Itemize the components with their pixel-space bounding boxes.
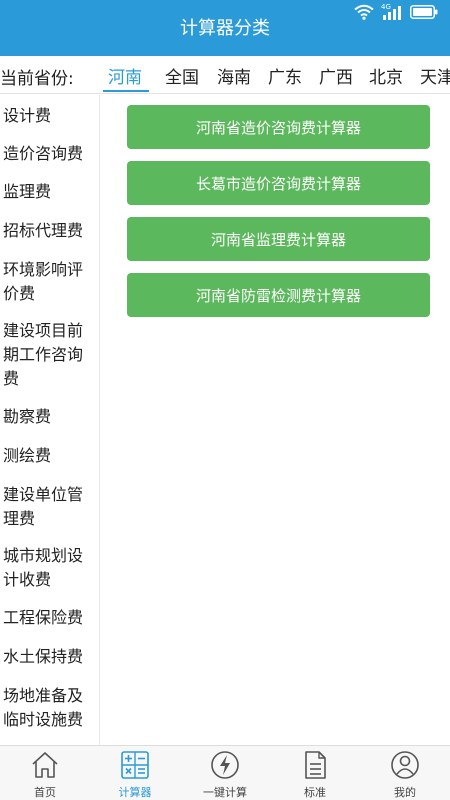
sidebar-item-supervision[interactable]: 监理费 xyxy=(3,180,97,204)
province-tab-tianjin[interactable]: 天津 xyxy=(420,63,450,88)
nav-profile-label: 我的 xyxy=(394,786,416,799)
user-icon xyxy=(391,751,419,779)
calculator-button-henan-supervision[interactable]: 河南省监理费计算器 xyxy=(127,217,430,261)
document-icon xyxy=(305,751,326,779)
sidebar-item-construction-management[interactable]: 建设单位管理费 xyxy=(3,483,97,531)
sidebar-item-engineering-insurance[interactable]: 工程保险费 xyxy=(3,606,97,630)
nav-home[interactable]: 首页 xyxy=(0,746,90,800)
sidebar-item-site-preparation[interactable]: 场地准备及临时设施费 xyxy=(3,684,97,732)
province-tab-hainan[interactable]: 海南 xyxy=(217,63,251,88)
nav-standards[interactable]: 标准 xyxy=(270,746,360,800)
sidebar-item-environment-assessment[interactable]: 环境影响评价费 xyxy=(3,258,97,306)
bottom-navigation: 首页 计算器 一键计算 标准 我的 xyxy=(0,745,450,800)
province-tab-guangxi[interactable]: 广西 xyxy=(319,63,353,88)
active-tab-indicator xyxy=(103,90,149,92)
province-tab-henan[interactable]: 河南 xyxy=(108,63,142,88)
calculator-icon xyxy=(121,751,149,779)
sidebar-item-urban-planning[interactable]: 城市规划设计收费 xyxy=(3,544,97,592)
sidebar-item-design-fee[interactable]: 设计费 xyxy=(3,104,97,128)
page-title: 计算器分类 xyxy=(180,18,270,39)
calculator-button-henan-cost-consulting[interactable]: 河南省造价咨询费计算器 xyxy=(127,105,430,149)
nav-profile[interactable]: 我的 xyxy=(360,746,450,800)
nav-home-label: 首页 xyxy=(34,786,56,799)
sidebar-item-soil-water-conservation[interactable]: 水土保持费 xyxy=(3,645,97,669)
sidebar-item-mapping[interactable]: 测绘费 xyxy=(3,444,97,468)
province-tab-guangdong[interactable]: 广东 xyxy=(268,63,302,88)
nav-calculator-label: 计算器 xyxy=(118,786,152,799)
current-province-label: 当前省份: xyxy=(0,69,74,89)
calculator-list: 河南省造价咨询费计算器 长葛市造价咨询费计算器 河南省监理费计算器 河南省防雷检… xyxy=(101,95,450,745)
nav-quick-calc-label: 一键计算 xyxy=(203,786,247,799)
nav-quick-calc[interactable]: 一键计算 xyxy=(180,746,270,800)
nav-standards-label: 标准 xyxy=(304,786,326,799)
nav-calculator[interactable]: 计算器 xyxy=(90,746,180,800)
sidebar-item-survey[interactable]: 勘察费 xyxy=(3,405,97,429)
calculator-button-henan-lightning-inspection[interactable]: 河南省防雷检测费计算器 xyxy=(127,273,430,317)
calculator-button-changge-cost-consulting[interactable]: 长葛市造价咨询费计算器 xyxy=(127,161,430,205)
category-sidebar[interactable]: 设计费 造价咨询费 监理费 招标代理费 环境影响评价费 建设项目前期工作咨询费 … xyxy=(0,95,100,745)
app-header: 4G 计算器分类 xyxy=(0,0,450,56)
sidebar-item-cost-consulting[interactable]: 造价咨询费 xyxy=(3,142,97,166)
province-tab-beijing[interactable]: 北京 xyxy=(369,63,403,88)
home-icon xyxy=(32,752,58,778)
network-type-label: 4G xyxy=(381,3,391,11)
province-selector: 当前省份: 河南 全国 海南 广东 广西 北京 天津 xyxy=(0,56,450,94)
sidebar-item-tender-agency[interactable]: 招标代理费 xyxy=(3,219,97,243)
sidebar-item-pre-project-consulting[interactable]: 建设项目前期工作咨询费 xyxy=(3,319,97,391)
province-tab-national[interactable]: 全国 xyxy=(165,63,199,88)
lightning-icon xyxy=(211,751,239,779)
